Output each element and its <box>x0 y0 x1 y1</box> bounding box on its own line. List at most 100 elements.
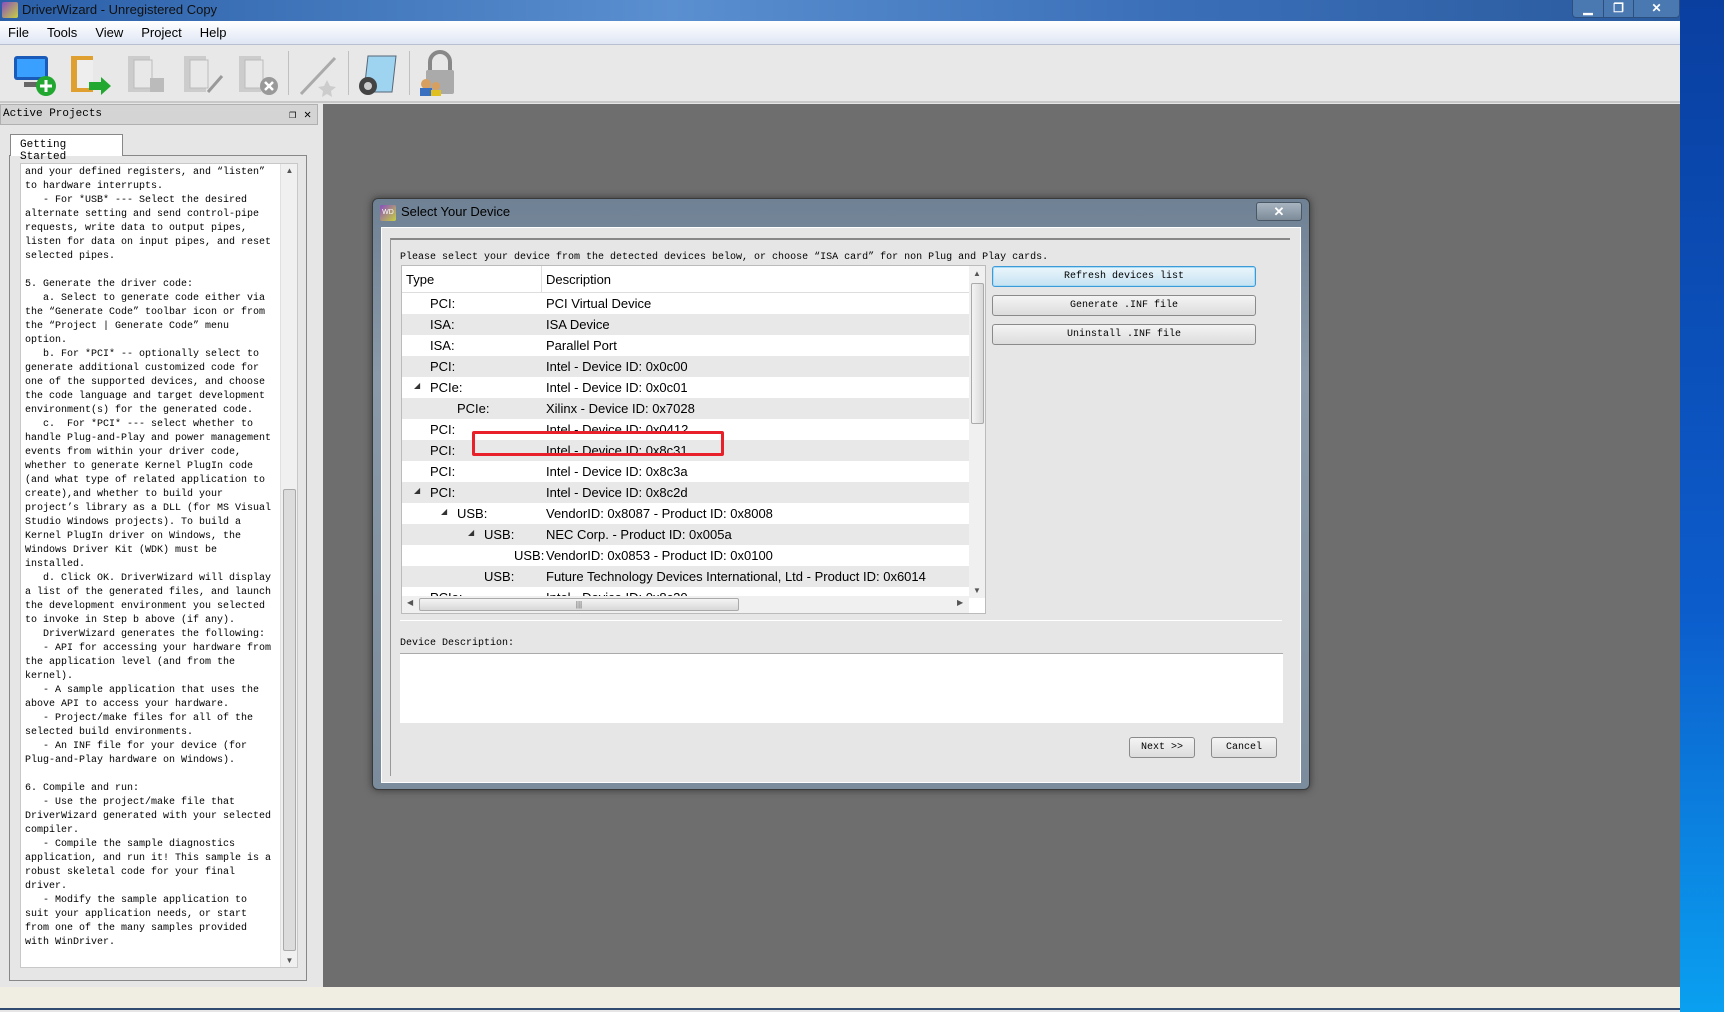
device-row[interactable]: PCI: PCI Virtual Device <box>402 293 969 314</box>
column-type[interactable]: Type <box>406 272 434 287</box>
device-row[interactable]: PCI: Intel - Device ID: 0x0c00 <box>402 356 969 377</box>
refresh-devices-button[interactable]: Refresh devices list <box>992 266 1256 287</box>
device-row[interactable]: USB: Future Technology Devices Internatio… <box>402 566 969 587</box>
device-row[interactable]: ◢ USB: NEC Corp. - Product ID: 0x005a <box>402 524 969 545</box>
device-type: PCIe: <box>457 401 490 416</box>
getting-started-content: and your defined registers, and “listen”… <box>25 167 272 948</box>
device-type: PCI: <box>430 443 456 458</box>
list-vertical-scrollbar[interactable]: ▲ ▼ <box>969 266 985 598</box>
dialog-close-button[interactable]: ✕ <box>1256 202 1302 221</box>
device-description-label: Device Description: <box>400 638 515 649</box>
menu-file[interactable]: File <box>8 21 37 44</box>
main-window: DriverWizard - Unregistered Copy ▁ ❐ ✕ F… <box>0 0 1680 1012</box>
close-window-button[interactable]: ✕ <box>1633 0 1679 17</box>
device-row[interactable]: USB: VendorID: 0x0853 - Product ID: 0x010… <box>402 545 969 566</box>
status-bar <box>0 987 1680 1010</box>
float-panel-icon[interactable]: ❐ <box>289 107 296 122</box>
scroll-right-icon[interactable]: ▶ <box>957 598 963 607</box>
device-row-highlighted[interactable]: PCIe: Xilinx - Device ID: 0x7028 <box>402 398 969 419</box>
expand-toggle-icon[interactable]: ◢ <box>414 381 420 390</box>
text-scrollbar[interactable]: ▲ ▼ <box>280 164 297 967</box>
uninstall-inf-button[interactable]: Uninstall .INF file <box>992 324 1256 345</box>
dialog-instructions: Please select your device from the detec… <box>400 252 1049 263</box>
device-description: VendorID: 0x0853 - Product ID: 0x0100 <box>546 548 773 563</box>
close-project-icon <box>239 56 278 95</box>
device-row[interactable]: ◢ PCI: Intel - Device ID: 0x8c2d <box>402 482 969 503</box>
device-description: NEC Corp. - Product ID: 0x005a <box>546 527 732 542</box>
device-description: Parallel Port <box>546 338 617 353</box>
panel-header: Active Projects ❐ ✕ <box>0 104 318 125</box>
device-row[interactable]: ◢ PCIe: Intel - Device ID: 0x0c01 <box>402 377 969 398</box>
highlight-box <box>472 431 724 456</box>
next-button[interactable]: Next >> <box>1129 737 1195 758</box>
device-description: Intel - Device ID: 0x8c3a <box>546 464 688 479</box>
expand-toggle-icon[interactable]: ◢ <box>468 528 474 537</box>
list-scroll-up-icon[interactable]: ▲ <box>973 269 981 278</box>
panel-title: Active Projects <box>3 108 103 120</box>
menu-tools[interactable]: Tools <box>47 21 85 44</box>
device-description: Future Technology Devices International,… <box>546 569 926 584</box>
save-project-icon <box>128 56 164 92</box>
device-description: Xilinx - Device ID: 0x7028 <box>546 401 695 416</box>
device-type: USB: <box>484 569 515 584</box>
device-row[interactable]: ISA: ISA Device <box>402 314 969 335</box>
new-project-icon[interactable] <box>10 50 58 98</box>
select-device-dialog: WD Select Your Device ✕ Please select yo… <box>372 198 1310 790</box>
list-scroll-thumb[interactable] <box>971 283 984 424</box>
expand-toggle-icon[interactable]: ◢ <box>414 486 420 495</box>
device-row[interactable]: ISA: Parallel Port <box>402 335 969 356</box>
license-lock-icon[interactable] <box>414 50 462 98</box>
open-project-icon[interactable] <box>67 50 115 98</box>
generate-code-wand-icon <box>299 56 337 97</box>
scroll-thumb[interactable] <box>283 489 296 951</box>
menu-help[interactable]: Help <box>200 21 235 44</box>
title-bar: DriverWizard - Unregistered Copy ▁ ❐ ✕ <box>0 0 1680 21</box>
device-description: Intel - Device ID: 0x0c00 <box>546 359 688 374</box>
close-panel-icon[interactable]: ✕ <box>304 107 311 122</box>
menu-bar: File Tools View Project Help <box>0 21 1680 45</box>
list-scroll-down-icon[interactable]: ▼ <box>973 586 981 595</box>
device-description: Intel - Device ID: 0x0c01 <box>546 380 688 395</box>
tab-getting-started[interactable]: Getting Started <box>10 134 123 163</box>
separator <box>400 620 1282 621</box>
device-description: PCI Virtual Device <box>546 296 652 311</box>
dialog-title: Select Your Device <box>401 204 511 219</box>
restore-button[interactable]: ❐ <box>1603 0 1633 17</box>
device-list[interactable]: Type Description PCI: PCI Virtual Device I… <box>401 265 986 614</box>
menu-project[interactable]: Project <box>141 21 189 44</box>
device-type: ISA: <box>430 338 455 353</box>
window-title: DriverWizard - Unregistered Copy <box>22 2 218 17</box>
device-type: PCI: <box>430 485 456 500</box>
scroll-up-icon[interactable]: ▲ <box>281 166 297 175</box>
device-type: ISA: <box>430 317 455 332</box>
toolbar <box>0 45 1680 103</box>
generate-inf-button[interactable]: Generate .INF file <box>992 295 1256 316</box>
dialog-app-icon: WD <box>380 205 396 221</box>
device-row[interactable]: ◢ USB: VendorID: 0x8087 - Product ID: 0x80… <box>402 503 969 524</box>
edit-project-icon <box>184 56 224 93</box>
expand-toggle-icon[interactable]: ◢ <box>441 507 447 516</box>
cancel-button[interactable]: Cancel <box>1211 737 1277 758</box>
device-type: USB: <box>484 527 515 542</box>
column-description[interactable]: Description <box>546 272 611 287</box>
list-horizontal-scrollbar[interactable]: ◀ ||| ▶ <box>402 596 969 613</box>
device-description: ISA Device <box>546 317 610 332</box>
device-description: Intel - Device ID: 0x8c2d <box>546 485 688 500</box>
menu-view[interactable]: View <box>95 21 131 44</box>
desktop-background <box>1680 0 1724 1012</box>
device-type: PCIe: <box>430 380 463 395</box>
scroll-down-icon[interactable]: ▼ <box>281 956 297 965</box>
device-description-field[interactable] <box>400 653 1283 723</box>
device-row[interactable]: PCIe:Intel - Device ID: 0x8c20 <box>402 587 969 596</box>
scroll-left-icon[interactable]: ◀ <box>407 598 413 607</box>
device-description: VendorID: 0x8087 - Product ID: 0x8008 <box>546 506 773 521</box>
device-type: PCI: <box>430 359 456 374</box>
device-type: USB: <box>457 506 488 521</box>
getting-started-text: and your defined registers, and “listen”… <box>20 163 298 968</box>
notepad-settings-icon[interactable] <box>354 50 402 98</box>
device-row[interactable]: PCI: Intel - Device ID: 0x8c3a <box>402 461 969 482</box>
list-hscroll-thumb[interactable]: ||| <box>419 598 739 611</box>
device-type: PCI: <box>430 464 456 479</box>
list-header: Type Description <box>402 266 969 293</box>
minimize-button[interactable]: ▁ <box>1573 0 1603 17</box>
